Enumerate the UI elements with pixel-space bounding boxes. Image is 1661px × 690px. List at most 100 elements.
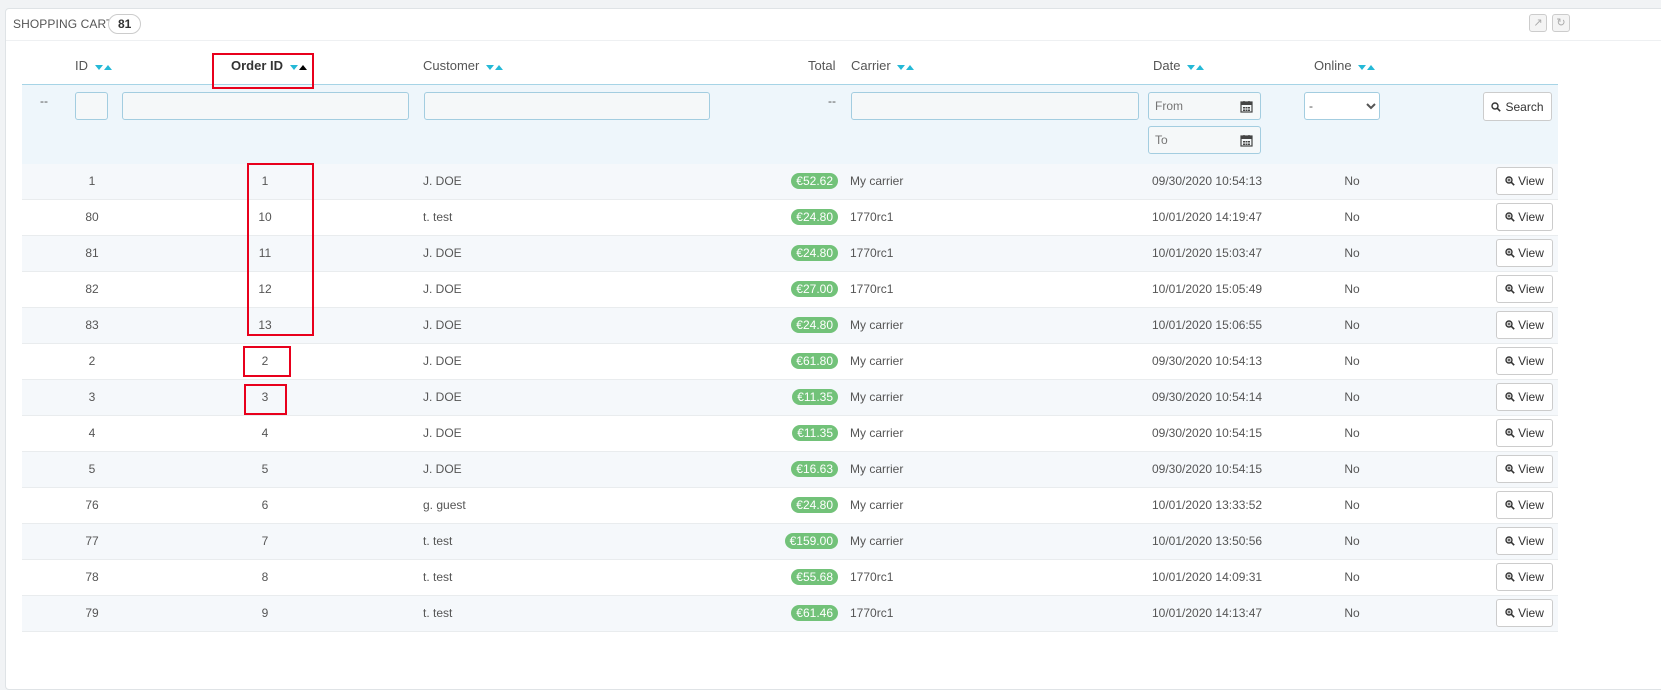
column-header-total: Total xyxy=(808,57,835,75)
view-button[interactable]: View xyxy=(1496,491,1553,519)
table-row[interactable]: 81 11 J. DOE €24.80 1770rc1 10/01/2020 15:03:… xyxy=(22,236,1558,272)
column-header-carrier[interactable]: Carrier xyxy=(851,57,915,76)
column-label-total: Total xyxy=(808,58,836,73)
sort-asc-icon[interactable] xyxy=(1196,64,1205,70)
column-header-order-id[interactable]: Order ID xyxy=(231,57,307,75)
table-row[interactable]: 80 10 t. test €24.80 1770rc1 10/01/2020 14:19… xyxy=(22,200,1558,236)
column-header-customer[interactable]: Customer xyxy=(423,57,503,75)
id-filter-input[interactable] xyxy=(75,92,108,120)
sort-desc-icon[interactable] xyxy=(94,64,103,70)
total-badge: €61.80 xyxy=(791,353,838,369)
sort-icons[interactable] xyxy=(1357,58,1376,76)
sort-asc-active-icon[interactable] xyxy=(298,64,307,70)
view-button[interactable]: View xyxy=(1496,203,1553,231)
online-cell: No xyxy=(1344,246,1360,260)
calendar-icon[interactable] xyxy=(1233,92,1261,120)
zoom-in-icon xyxy=(1505,176,1515,186)
sort-asc-icon[interactable] xyxy=(103,64,112,70)
customer-cell: J. DOE xyxy=(423,354,462,368)
carrier-cell: 1770rc1 xyxy=(850,210,894,224)
table-row[interactable]: 78 8 t. test €55.68 1770rc1 10/01/2020 14:09:… xyxy=(22,560,1558,596)
sort-icons[interactable] xyxy=(1186,58,1205,76)
cart-count-badge: 81 xyxy=(108,14,142,34)
view-button[interactable]: View xyxy=(1496,599,1553,627)
table-row[interactable]: 3 3 J. DOE €11.35 My carrier 09/30/2020 10:54… xyxy=(22,380,1558,416)
total-filter-dash: -- xyxy=(828,94,836,108)
online-cell: No xyxy=(1344,174,1360,188)
table-row[interactable]: 76 6 g. guest €24.80 My carrier 10/01/2020 13… xyxy=(22,488,1558,524)
view-button-label: View xyxy=(1518,282,1544,296)
panel-title: Shopping Carts xyxy=(13,17,122,31)
view-button[interactable]: View xyxy=(1496,455,1553,483)
carrier-filter-input[interactable] xyxy=(851,92,1139,120)
search-button[interactable]: Search xyxy=(1483,92,1552,121)
sort-desc-icon[interactable] xyxy=(1187,64,1196,70)
view-button[interactable]: View xyxy=(1496,311,1553,339)
view-button[interactable]: View xyxy=(1496,239,1553,267)
online-filter-select[interactable]: - xyxy=(1304,92,1380,120)
date-to-input[interactable] xyxy=(1148,126,1234,154)
sort-asc-icon[interactable] xyxy=(906,64,915,70)
view-button[interactable]: View xyxy=(1496,167,1553,195)
table-row[interactable]: 5 5 J. DOE €16.63 My carrier 09/30/2020 10:54… xyxy=(22,452,1558,488)
order-id-filter-input[interactable] xyxy=(122,92,409,120)
order-id-cell: 11 xyxy=(258,246,272,260)
table-row[interactable]: 1 1 J. DOE €52.62 My carrier 09/30/2020 10:54… xyxy=(22,164,1558,200)
column-label-id: ID xyxy=(75,58,88,73)
sort-desc-icon[interactable] xyxy=(1358,64,1367,70)
date-from-input[interactable] xyxy=(1148,92,1234,120)
sort-desc-icon[interactable] xyxy=(289,64,298,70)
view-button[interactable]: View xyxy=(1496,527,1553,555)
sort-icons[interactable] xyxy=(896,58,915,76)
view-button[interactable]: View xyxy=(1496,563,1553,591)
total-badge: €16.63 xyxy=(791,461,838,477)
zoom-in-icon xyxy=(1505,356,1515,366)
view-button-label: View xyxy=(1518,534,1544,548)
online-cell: No xyxy=(1344,606,1360,620)
customer-filter-input[interactable] xyxy=(424,92,710,120)
view-button-label: View xyxy=(1518,174,1544,188)
sort-desc-icon[interactable] xyxy=(485,64,494,70)
sort-icons[interactable] xyxy=(485,58,503,76)
carrier-cell: My carrier xyxy=(850,318,904,332)
view-button-label: View xyxy=(1518,606,1544,620)
table-row[interactable]: 2 2 J. DOE €61.80 My carrier 09/30/2020 10:54… xyxy=(22,344,1558,380)
total-badge: €24.80 xyxy=(791,209,838,225)
online-cell: No xyxy=(1344,354,1360,368)
refresh-icon[interactable]: ↻ xyxy=(1552,14,1570,32)
view-button[interactable]: View xyxy=(1496,383,1553,411)
view-button[interactable]: View xyxy=(1496,347,1553,375)
cart-id-cell: 83 xyxy=(85,318,99,332)
cart-id-cell: 79 xyxy=(85,606,99,620)
zoom-in-icon xyxy=(1505,320,1515,330)
date-cell: 10/01/2020 14:13:47 xyxy=(1152,606,1263,620)
date-cell: 10/01/2020 14:19:47 xyxy=(1152,210,1263,224)
sort-asc-icon[interactable] xyxy=(1367,64,1376,70)
customer-cell: J. DOE xyxy=(423,462,462,476)
sort-icons[interactable] xyxy=(94,58,112,76)
cart-id-cell: 76 xyxy=(85,498,99,512)
sort-desc-icon[interactable] xyxy=(897,64,906,70)
sort-icons[interactable] xyxy=(289,58,307,76)
column-header-id[interactable]: ID xyxy=(75,57,112,75)
id-filter-dash: -- xyxy=(40,94,48,108)
date-cell: 10/01/2020 15:03:47 xyxy=(1152,246,1263,260)
table-row[interactable]: 77 7 t. test €159.00 My carrier 10/01/2020 13… xyxy=(22,524,1558,560)
table-row[interactable]: 83 13 J. DOE €24.80 My carrier 10/01/2020 15:… xyxy=(22,308,1558,344)
table-row[interactable]: 79 9 t. test €61.46 1770rc1 10/01/2020 14:13:… xyxy=(22,596,1558,632)
table-row[interactable]: 82 12 J. DOE €27.00 1770rc1 10/01/2020 15:05:… xyxy=(22,272,1558,308)
column-label-carrier: Carrier xyxy=(851,58,891,73)
customer-cell: t. test xyxy=(423,210,453,224)
table-row[interactable]: 4 4 J. DOE €11.35 My carrier 09/30/2020 10:54… xyxy=(22,416,1558,452)
view-button[interactable]: View xyxy=(1496,419,1553,447)
column-header-date[interactable]: Date xyxy=(1153,57,1205,76)
order-id-cell: 13 xyxy=(258,318,272,332)
calendar-icon[interactable] xyxy=(1233,126,1261,154)
column-header-online[interactable]: Online xyxy=(1314,57,1376,76)
export-icon[interactable]: ↗ xyxy=(1529,14,1547,32)
order-id-cell: 12 xyxy=(258,282,272,296)
view-button[interactable]: View xyxy=(1496,275,1553,303)
sort-asc-icon[interactable] xyxy=(494,64,503,70)
view-button-label: View xyxy=(1518,426,1544,440)
total-badge: €11.35 xyxy=(792,389,838,405)
